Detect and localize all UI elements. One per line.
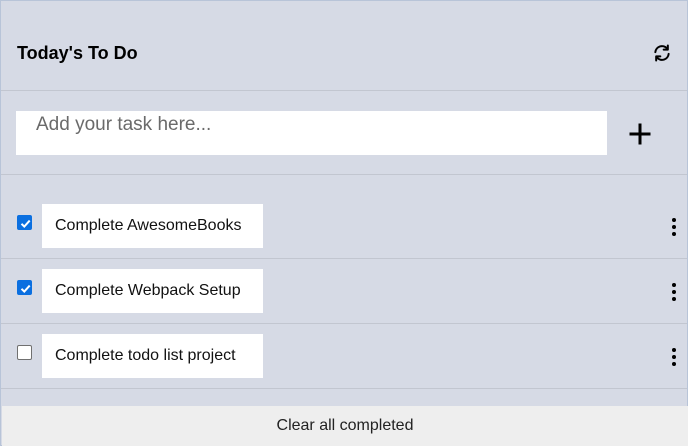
refresh-icon[interactable] <box>652 43 672 63</box>
task-checkbox[interactable] <box>17 280 32 295</box>
list-item: Complete todo list project <box>1 324 687 389</box>
more-vertical-icon[interactable] <box>669 348 679 366</box>
task-checkbox[interactable] <box>17 215 32 230</box>
task-input[interactable] <box>16 111 607 155</box>
clear-completed-button[interactable]: Clear all completed <box>2 406 688 446</box>
task-label[interactable]: Complete Webpack Setup <box>42 269 263 313</box>
add-task-row <box>1 91 687 175</box>
header: Today's To Do <box>1 1 687 91</box>
list-item: Complete Webpack Setup <box>1 259 687 324</box>
todo-app: Today's To Do Complete AwesomeBooks <box>0 0 688 446</box>
task-checkbox[interactable] <box>17 345 32 360</box>
task-label[interactable]: Complete AwesomeBooks <box>42 204 263 248</box>
task-list: Complete AwesomeBooks Complete Webpack S… <box>1 194 687 389</box>
plus-icon[interactable] <box>623 117 657 151</box>
list-item: Complete AwesomeBooks <box>1 194 687 259</box>
page-title: Today's To Do <box>17 43 138 63</box>
task-label[interactable]: Complete todo list project <box>42 334 263 378</box>
more-vertical-icon[interactable] <box>669 218 679 236</box>
more-vertical-icon[interactable] <box>669 283 679 301</box>
